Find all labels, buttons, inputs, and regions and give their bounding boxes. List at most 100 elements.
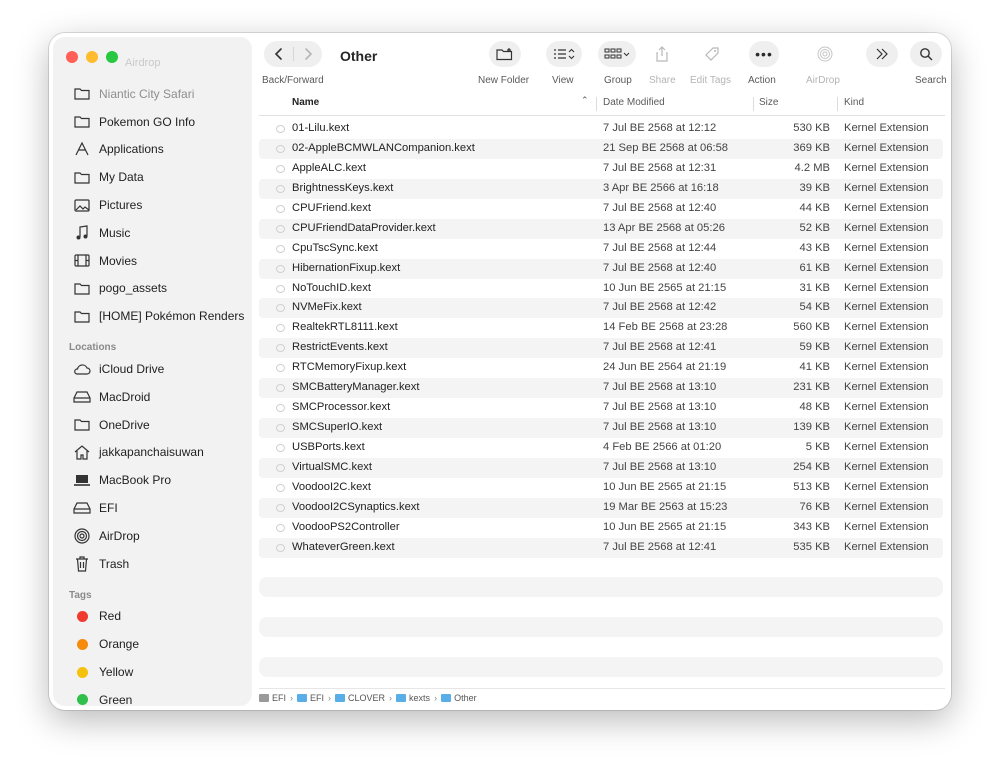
disclosure-triangle-icon[interactable]	[276, 384, 285, 393]
file-kind: Kernel Extension	[844, 480, 929, 493]
sidebar-item-red[interactable]: Red	[53, 603, 252, 631]
zoom-button[interactable]	[106, 51, 118, 63]
file-row[interactable]: NVMeFix.kext 7 Jul BE 2568 at 12:42 54 KB K…	[259, 298, 943, 319]
disclosure-triangle-icon[interactable]	[276, 184, 285, 193]
disclosure-triangle-icon[interactable]	[276, 463, 285, 472]
minimize-button[interactable]	[86, 51, 98, 63]
file-row[interactable]: HibernationFixup.kext 7 Jul BE 2568 at 12…	[259, 258, 943, 279]
file-row[interactable]: SMCProcessor.kext 7 Jul BE 2568 at 13:10 4…	[259, 398, 943, 418]
sidebar-item-movies[interactable]: Movies	[53, 247, 252, 275]
file-row[interactable]: AppleALC.kext 7 Jul BE 2568 at 12:31 4.2 M…	[259, 159, 943, 179]
disclosure-triangle-icon[interactable]	[276, 324, 285, 333]
column-date-header[interactable]: Date Modified	[603, 97, 665, 108]
close-button[interactable]	[66, 51, 78, 63]
disclosure-triangle-icon[interactable]	[276, 503, 285, 512]
sidebar-item-orange[interactable]: Orange	[53, 630, 252, 658]
disclosure-triangle-icon[interactable]	[276, 543, 285, 552]
disclosure-triangle-icon[interactable]	[276, 444, 285, 452]
sidebar-item-macbook-pro[interactable]: MacBook Pro	[53, 466, 252, 494]
disclosure-triangle-icon[interactable]	[276, 264, 285, 273]
file-kind: Kernel Extension	[844, 141, 929, 154]
sidebar-item-label: My Data	[99, 170, 144, 185]
sidebar-item-trash[interactable]: Trash	[53, 550, 252, 578]
file-row[interactable]: RTCMemoryFixup.kext 24 Jun BE 2564 at 21:…	[259, 358, 943, 378]
action-button[interactable]: •••	[749, 41, 779, 67]
sidebar-item-niantic-city-safari[interactable]: Niantic City Safari	[53, 80, 252, 108]
file-row[interactable]: RestrictEvents.kext 7 Jul BE 2568 at 12:4…	[259, 338, 943, 359]
sidebar-item-music[interactable]: Music	[53, 219, 252, 247]
disclosure-triangle-icon[interactable]	[276, 204, 285, 213]
disclosure-triangle-icon[interactable]	[276, 284, 285, 293]
edit-tags-button[interactable]	[699, 41, 725, 67]
disclosure-triangle-icon[interactable]	[276, 483, 285, 492]
sidebar-item-efi[interactable]: EFI	[53, 494, 252, 522]
file-row[interactable]: BrightnessKeys.kext 3 Apr BE 2566 at 16:1…	[259, 178, 943, 199]
column-name-header[interactable]: Name	[292, 97, 319, 108]
sidebar-item-green[interactable]: Green	[53, 686, 252, 706]
sidebar-item-jakkapanchaisuwan[interactable]: jakkapanchaisuwan	[53, 439, 252, 467]
sidebar-item-my-data[interactable]: My Data	[53, 163, 252, 191]
file-row[interactable]: CPUFriendDataProvider.kext 13 Apr BE 2568…	[259, 218, 943, 239]
file-row[interactable]: USBPorts.kext 4 Feb BE 2566 at 01:20 5 KB K…	[259, 438, 943, 458]
new-folder-button[interactable]	[489, 41, 521, 67]
forward-button[interactable]	[293, 41, 322, 67]
more-button[interactable]	[866, 41, 898, 67]
file-name: SMCSuperIO.kext	[292, 421, 383, 434]
file-kind: Kernel Extension	[844, 520, 929, 533]
search-button[interactable]	[910, 41, 942, 67]
path-crumb[interactable]: Other	[441, 693, 477, 703]
tag-dot-icon	[73, 636, 91, 652]
disclosure-triangle-icon[interactable]	[276, 164, 285, 173]
disclosure-triangle-icon[interactable]	[276, 364, 285, 373]
disclosure-triangle-icon[interactable]	[276, 404, 285, 413]
file-row[interactable]: 01-Lilu.kext 7 Jul BE 2568 at 12:12 530 KB…	[259, 119, 943, 139]
file-row[interactable]: CPUFriend.kext 7 Jul BE 2568 at 12:40 44 K…	[259, 199, 943, 219]
file-kind: Kernel Extension	[844, 421, 929, 434]
path-crumb[interactable]: CLOVER	[335, 693, 385, 703]
sidebar-item-home-pok-mon-renders[interactable]: [HOME] Pokémon Renders	[53, 302, 252, 330]
airdrop-button[interactable]	[812, 41, 838, 67]
sidebar-item-macdroid[interactable]: MacDroid	[53, 383, 252, 411]
back-button[interactable]	[264, 41, 293, 67]
sidebar-item-pokemon-go-info[interactable]: Pokemon GO Info	[53, 108, 252, 136]
sidebar-item-applications[interactable]: Applications	[53, 136, 252, 164]
file-row[interactable]: SMCBatteryManager.kext 7 Jul BE 2568 at 1…	[259, 378, 943, 399]
file-row[interactable]: WhateverGreen.kext 7 Jul BE 2568 at 12:41…	[259, 537, 943, 558]
disclosure-triangle-icon[interactable]	[276, 125, 285, 133]
sidebar-item-pogo-assets[interactable]: pogo_assets	[53, 275, 252, 303]
disclosure-triangle-icon[interactable]	[276, 424, 285, 433]
disclosure-triangle-icon[interactable]	[276, 523, 285, 532]
chevron-right-icon	[304, 48, 312, 60]
view-button[interactable]	[546, 41, 582, 67]
file-row[interactable]: NoTouchID.kext 10 Jun BE 2565 at 21:15 31 …	[259, 279, 943, 299]
file-row[interactable]: VoodooPS2Controller 10 Jun BE 2565 at 21:…	[259, 518, 943, 538]
file-row[interactable]: SMCSuperIO.kext 7 Jul BE 2568 at 13:10 139…	[259, 418, 943, 438]
path-crumb[interactable]: kexts	[396, 693, 430, 703]
disclosure-triangle-icon[interactable]	[276, 304, 285, 313]
file-row[interactable]: VoodooI2CSynaptics.kext 19 Mar BE 2563 at…	[259, 497, 943, 518]
file-row[interactable]: CpuTscSync.kext 7 Jul BE 2568 at 12:44 43 …	[259, 239, 943, 259]
disclosure-triangle-icon[interactable]	[276, 144, 285, 153]
disk-icon	[259, 694, 269, 702]
column-size-header[interactable]: Size	[759, 97, 778, 108]
file-name: USBPorts.kext	[292, 441, 365, 453]
file-size: 48 KB	[799, 401, 830, 414]
sidebar-item-icloud-drive[interactable]: iCloud Drive	[53, 355, 252, 383]
disclosure-triangle-icon[interactable]	[276, 224, 285, 233]
disclosure-triangle-icon[interactable]	[276, 244, 285, 253]
file-row[interactable]: 02-AppleBCMWLANCompanion.kext 21 Sep BE 2…	[259, 138, 943, 159]
path-crumb[interactable]: EFI	[297, 693, 324, 703]
group-button[interactable]	[598, 41, 636, 67]
sidebar-item-airdrop[interactable]: AirDrop	[53, 522, 252, 550]
file-row[interactable]: VirtualSMC.kext 7 Jul BE 2568 at 13:10 254…	[259, 457, 943, 478]
path-crumb[interactable]: EFI	[259, 693, 286, 703]
sidebar-item-yellow[interactable]: Yellow	[53, 658, 252, 686]
sidebar-item-onedrive[interactable]: OneDrive	[53, 411, 252, 439]
share-button[interactable]	[649, 41, 675, 67]
column-kind-header[interactable]: Kind	[844, 97, 864, 108]
file-row[interactable]: VoodooI2C.kext 10 Jun BE 2565 at 21:15 513…	[259, 478, 943, 498]
disclosure-triangle-icon[interactable]	[276, 344, 285, 353]
file-row[interactable]: RealtekRTL8111.kext 14 Feb BE 2568 at 23:…	[259, 318, 943, 338]
file-name: RTCMemoryFixup.kext	[292, 361, 407, 374]
sidebar-item-pictures[interactable]: Pictures	[53, 191, 252, 219]
